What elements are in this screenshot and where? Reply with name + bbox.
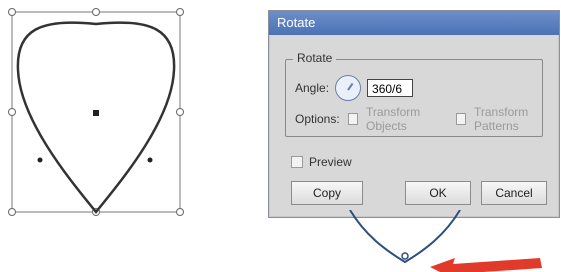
angle-input[interactable]: 360/6 [367, 79, 414, 97]
rotate-dialog: Rotate Rotate Angle: 360/6 Options: Tran… [268, 10, 560, 218]
transform-objects-checkbox[interactable] [347, 113, 359, 125]
angle-row: Angle: 360/6 [295, 75, 414, 101]
angle-dial-icon[interactable] [335, 75, 362, 101]
rotate-group-title: Rotate [293, 51, 337, 65]
transform-patterns-checkbox[interactable] [455, 113, 466, 125]
transform-patterns-label: Transform Patterns [474, 105, 529, 133]
preview-label: Preview [309, 155, 352, 169]
rotation-origin-icon[interactable] [401, 252, 409, 260]
anchor-point [147, 157, 153, 163]
preview-row: Preview [291, 155, 352, 169]
preview-checkbox[interactable] [291, 156, 303, 168]
heart-shape[interactable] [16, 21, 176, 214]
angle-label: Angle: [295, 81, 330, 95]
red-arrow-icon [430, 258, 542, 272]
transform-objects-label: Transform Objects [366, 105, 421, 133]
copy-button[interactable]: Copy [291, 181, 363, 205]
dialog-title: Rotate [269, 11, 559, 35]
center-point-icon [93, 110, 99, 116]
artwork-canvas[interactable] [0, 0, 200, 225]
ok-button[interactable]: OK [405, 181, 471, 205]
options-row: Options: Transform Objects Transform Pat… [295, 105, 559, 133]
artwork-canvas-bottom[interactable] [330, 210, 561, 272]
anchor-point [37, 157, 43, 163]
options-label: Options: [295, 112, 340, 126]
cancel-button[interactable]: Cancel [481, 181, 547, 205]
